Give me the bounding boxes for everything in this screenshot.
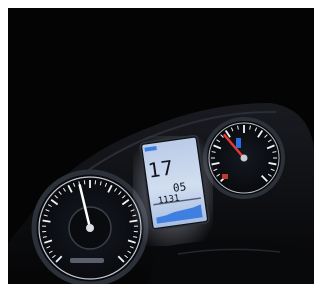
dial-major-tick [42,219,51,223]
tachometer-dial [203,117,285,199]
lcd-secondary-readout: 05 [172,180,188,195]
dashboard-photo [8,103,314,284]
lower-fairing [148,239,314,284]
photo-frame: 17 05 1131 [8,8,314,284]
lcd-main-readout: 17 [146,155,176,183]
speedometer-dial [31,169,149,284]
